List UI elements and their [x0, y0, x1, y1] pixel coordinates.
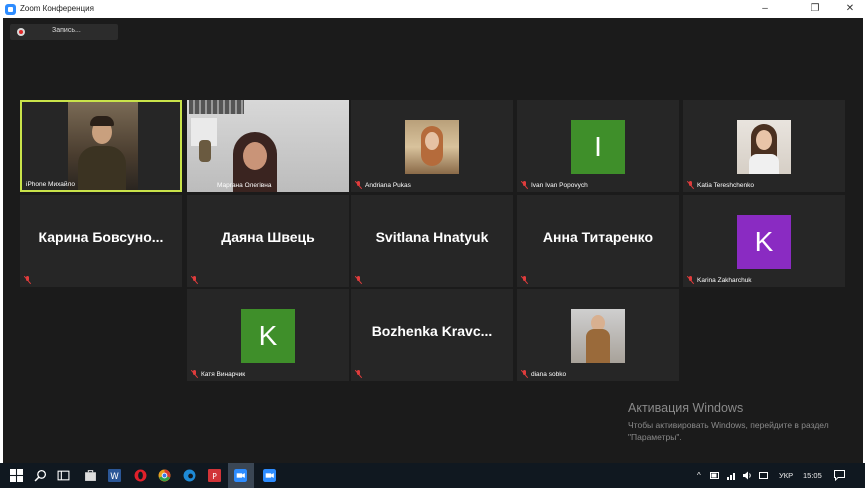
participant-video — [68, 102, 138, 190]
participant-tile[interactable]: Bozhenka Kravc... — [351, 289, 513, 381]
participant-display-name: Даяна Швець — [221, 229, 315, 245]
word-icon[interactable]: W — [108, 469, 121, 482]
participant-name: Катя Винарчик — [201, 371, 246, 378]
task-view-icon[interactable] — [57, 469, 70, 482]
participant-initial: K — [241, 309, 295, 363]
participant-tile[interactable]: Даяна Швець — [187, 195, 349, 287]
muted-mic-icon — [521, 276, 528, 284]
participant-tile[interactable]: Svitlana Hnatyuk — [351, 195, 513, 287]
participant-tile[interactable]: Katia Tereshchenko — [683, 100, 845, 192]
opera-icon[interactable] — [134, 469, 147, 482]
participant-tile[interactable]: K Karina Zakharchuk — [683, 195, 845, 287]
search-icon[interactable] — [34, 469, 47, 482]
participant-avatar-photo — [405, 120, 459, 174]
participant-tile[interactable]: Анна Титаренко — [517, 195, 679, 287]
muted-mic-icon — [355, 370, 362, 378]
minimize-button[interactable]: – — [745, 1, 785, 17]
muted-mic-icon — [521, 181, 528, 189]
volume-icon[interactable] — [743, 471, 753, 480]
participant-tile[interactable]: Маргана Олегівна — [187, 100, 349, 192]
clock[interactable]: 15:05 — [803, 471, 822, 480]
edge-icon[interactable] — [183, 469, 196, 482]
participant-name: Маргана Олегівна — [217, 182, 272, 189]
chrome-icon[interactable] — [158, 469, 171, 482]
participant-display-name: Svitlana Hnatyuk — [375, 229, 489, 245]
activation-watermark-text: Чтобы активировать Windows, перейдите в … — [628, 420, 829, 442]
notifications-icon[interactable] — [834, 470, 845, 481]
svg-text:W: W — [110, 472, 119, 482]
muted-mic-icon — [687, 276, 694, 284]
battery-icon[interactable] — [710, 471, 720, 480]
participant-display-name: Карина Бовсуно... — [38, 229, 164, 245]
zoom-second-window-icon[interactable] — [263, 469, 276, 482]
participant-video — [187, 100, 349, 192]
participant-tile[interactable]: Andriana Pukas — [351, 100, 513, 192]
participant-name: Ivan Ivan Popovych — [531, 182, 588, 189]
restore-button[interactable]: ❐ — [795, 1, 835, 17]
participant-display-name: Анна Титаренко — [542, 229, 654, 245]
network-icon[interactable] — [727, 471, 737, 480]
participant-initial: K — [737, 215, 791, 269]
tray-chevron-icon[interactable]: ^ — [697, 471, 701, 480]
participant-initial: I — [571, 120, 625, 174]
participant-tile[interactable]: K Катя Винарчик — [187, 289, 349, 381]
store-icon[interactable] — [84, 469, 97, 482]
muted-mic-icon — [191, 370, 198, 378]
window-title: Zoom Конференция — [20, 4, 94, 13]
participant-display-name: Bozhenka Kravc... — [371, 323, 493, 339]
app-icon[interactable]: P — [208, 469, 221, 482]
windows-start-icon[interactable] — [10, 469, 23, 482]
activation-watermark-title: Активация Windows — [628, 401, 744, 415]
svg-text:P: P — [212, 472, 217, 481]
recording-indicator[interactable]: Запись... — [10, 24, 118, 40]
participant-name: iPhone Михайло — [26, 181, 75, 188]
participant-avatar-photo — [571, 309, 625, 363]
language-indicator[interactable]: УКР — [779, 471, 793, 480]
participant-name: Karina Zakharchuk — [697, 277, 752, 284]
keyboard-icon[interactable] — [759, 471, 768, 480]
recording-label: Запись... — [52, 27, 81, 34]
zoom-app-icon — [5, 4, 16, 15]
muted-mic-icon — [191, 276, 198, 284]
zoom-taskbar-icon — [234, 469, 247, 482]
muted-mic-icon — [355, 181, 362, 189]
muted-mic-icon — [687, 181, 694, 189]
windows-taskbar: W P ^ УКР 15:05 — [0, 463, 865, 488]
record-icon — [17, 28, 25, 36]
zoom-taskbar-active[interactable] — [228, 463, 254, 488]
muted-mic-icon — [521, 370, 528, 378]
participant-name: diana sobko — [531, 371, 567, 378]
participant-name: Katia Tereshchenko — [697, 182, 754, 189]
participant-tile[interactable]: diana sobko — [517, 289, 679, 381]
participant-name: Andriana Pukas — [365, 182, 411, 189]
participant-tile-active[interactable]: iPhone Михайло — [20, 100, 182, 192]
muted-mic-icon — [355, 276, 362, 284]
close-button[interactable]: ✕ — [830, 1, 865, 17]
participant-tile[interactable]: I Ivan Ivan Popovych — [517, 100, 679, 192]
participant-avatar-photo — [737, 120, 791, 174]
window-titlebar: Zoom Конференция – ❐ ✕ — [0, 0, 865, 18]
participant-tile[interactable]: Карина Бовсуно... — [20, 195, 182, 287]
muted-mic-icon — [24, 276, 31, 284]
